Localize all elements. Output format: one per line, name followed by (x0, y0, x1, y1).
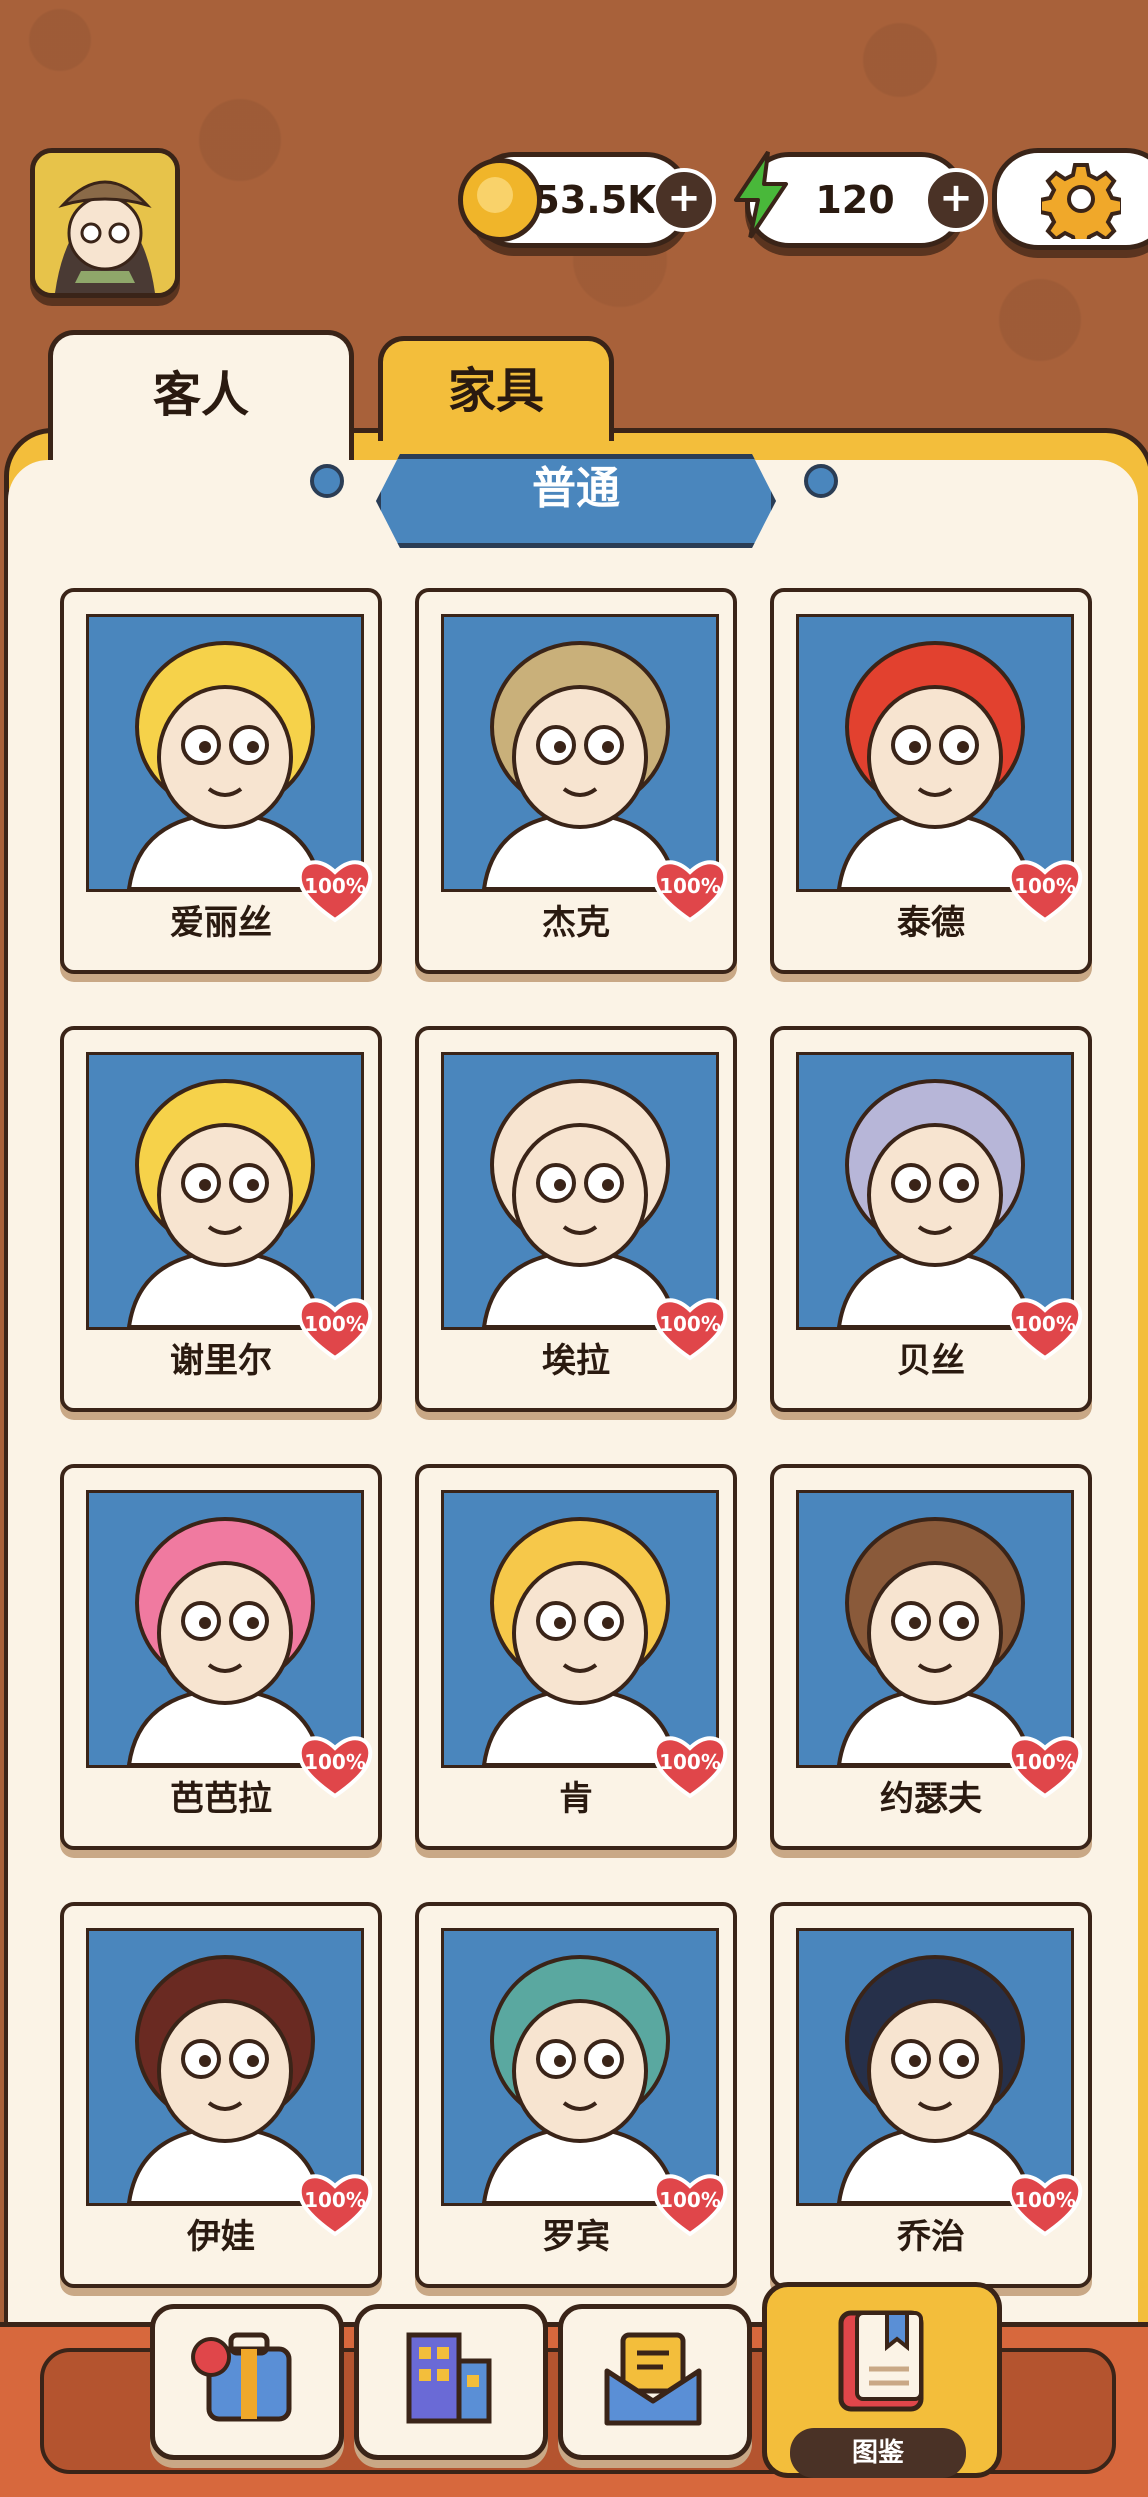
character-portrait (796, 1490, 1074, 1768)
character-card[interactable]: 芭芭拉 100% (60, 1464, 382, 1850)
coin-amount: 53.5K (533, 178, 657, 222)
tab-guests-label: 客人 (152, 367, 249, 423)
nav-travel-button[interactable] (150, 2304, 344, 2460)
settings-button[interactable] (992, 148, 1148, 250)
portrait-icon (481, 1955, 679, 2203)
avatar-face-icon (35, 153, 175, 293)
portrait-icon (126, 1955, 324, 2203)
character-portrait (441, 1490, 719, 1768)
portrait-icon (481, 1079, 679, 1327)
character-portrait (86, 1490, 364, 1768)
affinity-percent: 100% (659, 1750, 721, 1774)
affinity-percent: 100% (304, 2188, 366, 2212)
affinity-percent: 100% (1014, 2188, 1076, 2212)
book-icon (838, 2310, 924, 2412)
affinity-percent: 100% (659, 874, 721, 898)
section-title: 普通 (532, 463, 620, 514)
affinity-percent: 100% (1014, 874, 1076, 898)
affinity-percent: 100% (659, 1312, 721, 1336)
character-card[interactable]: 乔治 100% (770, 1902, 1092, 2288)
nav-mail-button[interactable] (558, 2304, 752, 2460)
add-coins-button[interactable]: + (652, 168, 716, 232)
character-portrait (86, 1928, 364, 2206)
portrait-icon (836, 641, 1034, 889)
portrait-icon (836, 1955, 1034, 2203)
character-card[interactable]: 杰克 100% (415, 588, 737, 974)
coin-icon (458, 158, 542, 242)
portrait-icon (126, 1079, 324, 1327)
portrait-icon (481, 641, 679, 889)
add-energy-button[interactable]: + (924, 168, 988, 232)
portrait-icon (836, 1079, 1034, 1327)
character-portrait (86, 1052, 364, 1330)
character-card[interactable]: 埃拉 100% (415, 1026, 737, 1412)
affinity-percent: 100% (304, 1312, 366, 1336)
character-card[interactable]: 约瑟夫 100% (770, 1464, 1092, 1850)
mail-icon (604, 2332, 702, 2426)
character-portrait (796, 1052, 1074, 1330)
character-portrait (441, 1928, 719, 2206)
affinity-percent: 100% (659, 2188, 721, 2212)
character-card[interactable]: 罗宾 100% (415, 1902, 737, 2288)
portrait-icon (481, 1517, 679, 1765)
portrait-icon (126, 1517, 324, 1765)
affinity-percent: 100% (304, 1750, 366, 1774)
character-card[interactable]: 爱丽丝 100% (60, 588, 382, 974)
affinity-percent: 100% (304, 874, 366, 898)
section-ribbon: 普通 (376, 454, 776, 548)
character-portrait (796, 1928, 1074, 2206)
tab-furniture-label: 家具 (447, 363, 544, 419)
character-card[interactable]: 伊娃 100% (60, 1902, 382, 2288)
tab-guests[interactable]: 客人 (48, 330, 354, 465)
character-portrait (86, 614, 364, 892)
nav-hotel-button[interactable] (354, 2304, 548, 2460)
character-portrait (441, 1052, 719, 1330)
character-portrait (796, 614, 1074, 892)
building-icon (406, 2332, 492, 2424)
tab-furniture[interactable]: 家具 (378, 336, 614, 441)
portrait-icon (836, 1517, 1034, 1765)
lightning-icon (734, 150, 788, 240)
player-avatar[interactable] (30, 148, 180, 298)
suitcase-icon (191, 2332, 292, 2422)
affinity-percent: 100% (1014, 1750, 1076, 1774)
nav-collection-label: 图鉴 (790, 2428, 966, 2478)
character-card[interactable]: 肯 100% (415, 1464, 737, 1850)
character-card[interactable]: 泰德 100% (770, 588, 1092, 974)
ribbon-right-dot (804, 464, 838, 498)
character-portrait (441, 614, 719, 892)
character-card[interactable]: 谢里尔 100% (60, 1026, 382, 1412)
character-card[interactable]: 贝丝 100% (770, 1026, 1092, 1412)
energy-amount: 120 (815, 178, 895, 222)
portrait-icon (126, 641, 324, 889)
gear-icon (1041, 163, 1121, 239)
ribbon-left-dot (310, 464, 344, 498)
affinity-percent: 100% (1014, 1312, 1076, 1336)
